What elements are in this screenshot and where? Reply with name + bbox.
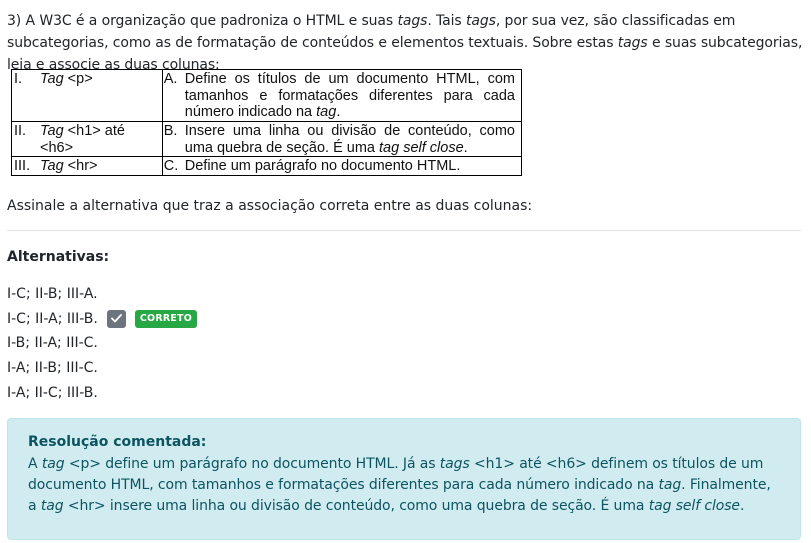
- resolution-title: Resolução comentada:: [28, 434, 207, 450]
- table-row: II. Tag <h1> até <h6> B. Insere uma linh…: [11, 121, 523, 157]
- column-2-letter: B.: [163, 123, 178, 139]
- alternative-option-selected[interactable]: I-C; II-A; III-B. CORRETO: [7, 307, 197, 332]
- alternatives-list: I-C; II-B; III-A. I-C; II-A; III-B. CORR…: [7, 282, 197, 405]
- alternative-option[interactable]: I-A; II-C; III-B.: [7, 380, 197, 405]
- alternative-label: I-A; II-C; III-B.: [7, 384, 98, 401]
- alternative-label: I-A; II-B; III-C.: [7, 360, 98, 377]
- instruction-text: Assinale a alternativa que traz a associ…: [7, 198, 533, 214]
- column-1-number: II.: [14, 123, 27, 139]
- column-1-text: Tag <hr>: [40, 158, 98, 174]
- column-2-text: Define os títulos de um documento HTML, …: [184, 71, 515, 120]
- association-table: I. Tag <p> A. Define os títulos de um do…: [11, 69, 523, 176]
- alternatives-heading: Alternativas:: [7, 249, 110, 265]
- alternative-option[interactable]: I-B; II-A; III-C.: [7, 331, 197, 356]
- alternative-option[interactable]: I-A; II-B; III-C.: [7, 356, 197, 381]
- alternative-label: I-C; II-B; III-A.: [7, 286, 98, 303]
- column-2-letter: C.: [163, 158, 179, 174]
- column-1-number: I.: [14, 71, 23, 87]
- divider: [7, 230, 801, 231]
- table-row: III. Tag <hr> C. Define um parágrafo no …: [11, 156, 523, 176]
- question-text: 3) A W3C é a organização que padroniza o…: [7, 13, 803, 73]
- table-row: I. Tag <p> A. Define os títulos de um do…: [11, 69, 523, 122]
- column-1-text: Tag <p>: [40, 71, 93, 87]
- correct-badge: CORRETO: [134, 309, 197, 328]
- column-2-text: Insere uma linha ou divisão de conteúdo,…: [184, 123, 515, 156]
- resolution-text: A tag <p> define um parágrafo no documen…: [28, 456, 771, 514]
- alternative-label: I-C; II-A; III-B.: [7, 310, 98, 327]
- alternative-option[interactable]: I-C; II-B; III-A.: [7, 282, 197, 307]
- alternative-label: I-B; II-A; III-C.: [7, 335, 98, 352]
- column-2-letter: A.: [163, 71, 178, 87]
- commented-resolution-box: Resolução comentada: A tag <p> define um…: [7, 418, 801, 540]
- column-2-text: Define um parágrafo no documento HTML.: [184, 158, 461, 174]
- check-icon: [106, 309, 126, 328]
- column-1-text: Tag <h1> até <h6>: [40, 123, 125, 156]
- column-1-number: III.: [14, 158, 31, 174]
